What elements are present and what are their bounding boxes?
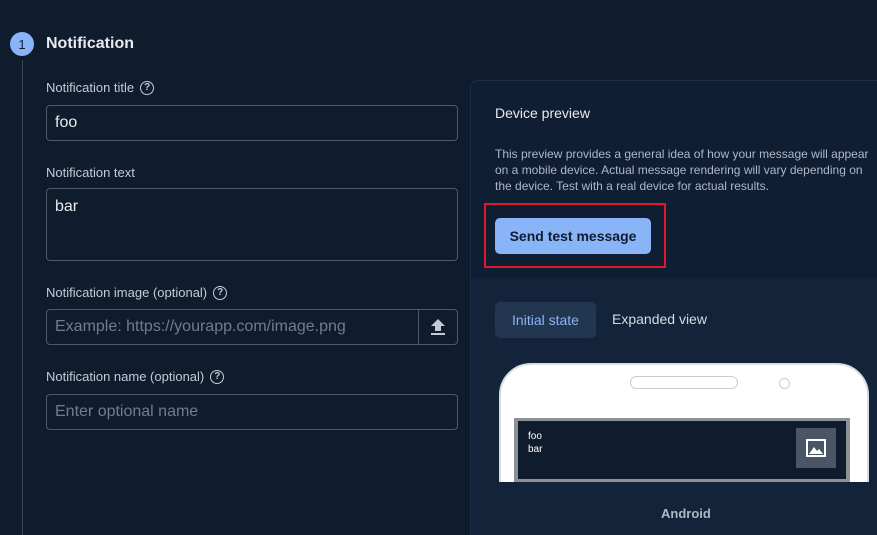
notification-text-label: Notification text [46,165,135,180]
device-label: Android [661,506,711,521]
notification-title-input[interactable]: foo [46,105,458,141]
notification-image-label: Notification image (optional) ? [46,285,228,300]
notification-name-label: Notification name (optional) ? [46,369,225,384]
preview-title: Device preview [495,105,590,121]
step-connector-line [22,60,23,535]
notification-title-label-text: Notification title [46,80,135,95]
tab-expanded-view[interactable]: Expanded view [612,311,707,327]
notification-preview-text: bar [528,444,543,455]
notification-preview-title: foo [528,431,542,442]
send-test-message-button[interactable]: Send test message [495,218,651,254]
notification-image-label-text: Notification image (optional) [46,285,208,300]
notification-text-input[interactable]: bar [46,188,458,261]
image-placeholder-icon [796,428,836,468]
preview-description: This preview provides a general idea of … [495,147,869,193]
notification-card: foo bar [518,421,846,479]
step-number-badge: 1 [10,32,34,56]
phone-screen: foo bar [514,418,850,482]
help-icon[interactable]: ? [213,285,228,300]
step-title: Notification [46,35,134,52]
phone-camera [779,378,790,389]
phone-speaker [630,376,738,389]
notification-name-input[interactable]: Enter optional name [46,394,458,430]
help-icon[interactable]: ? [210,369,225,384]
notification-image-input[interactable]: Example: https://yourapp.com/image.png [46,309,419,345]
help-icon[interactable]: ? [140,80,155,95]
notification-title-label: Notification title ? [46,80,155,95]
upload-icon [430,319,445,335]
upload-button[interactable] [418,309,458,345]
notification-name-label-text: Notification name (optional) [46,369,205,384]
tab-initial-state[interactable]: Initial state [495,302,596,338]
